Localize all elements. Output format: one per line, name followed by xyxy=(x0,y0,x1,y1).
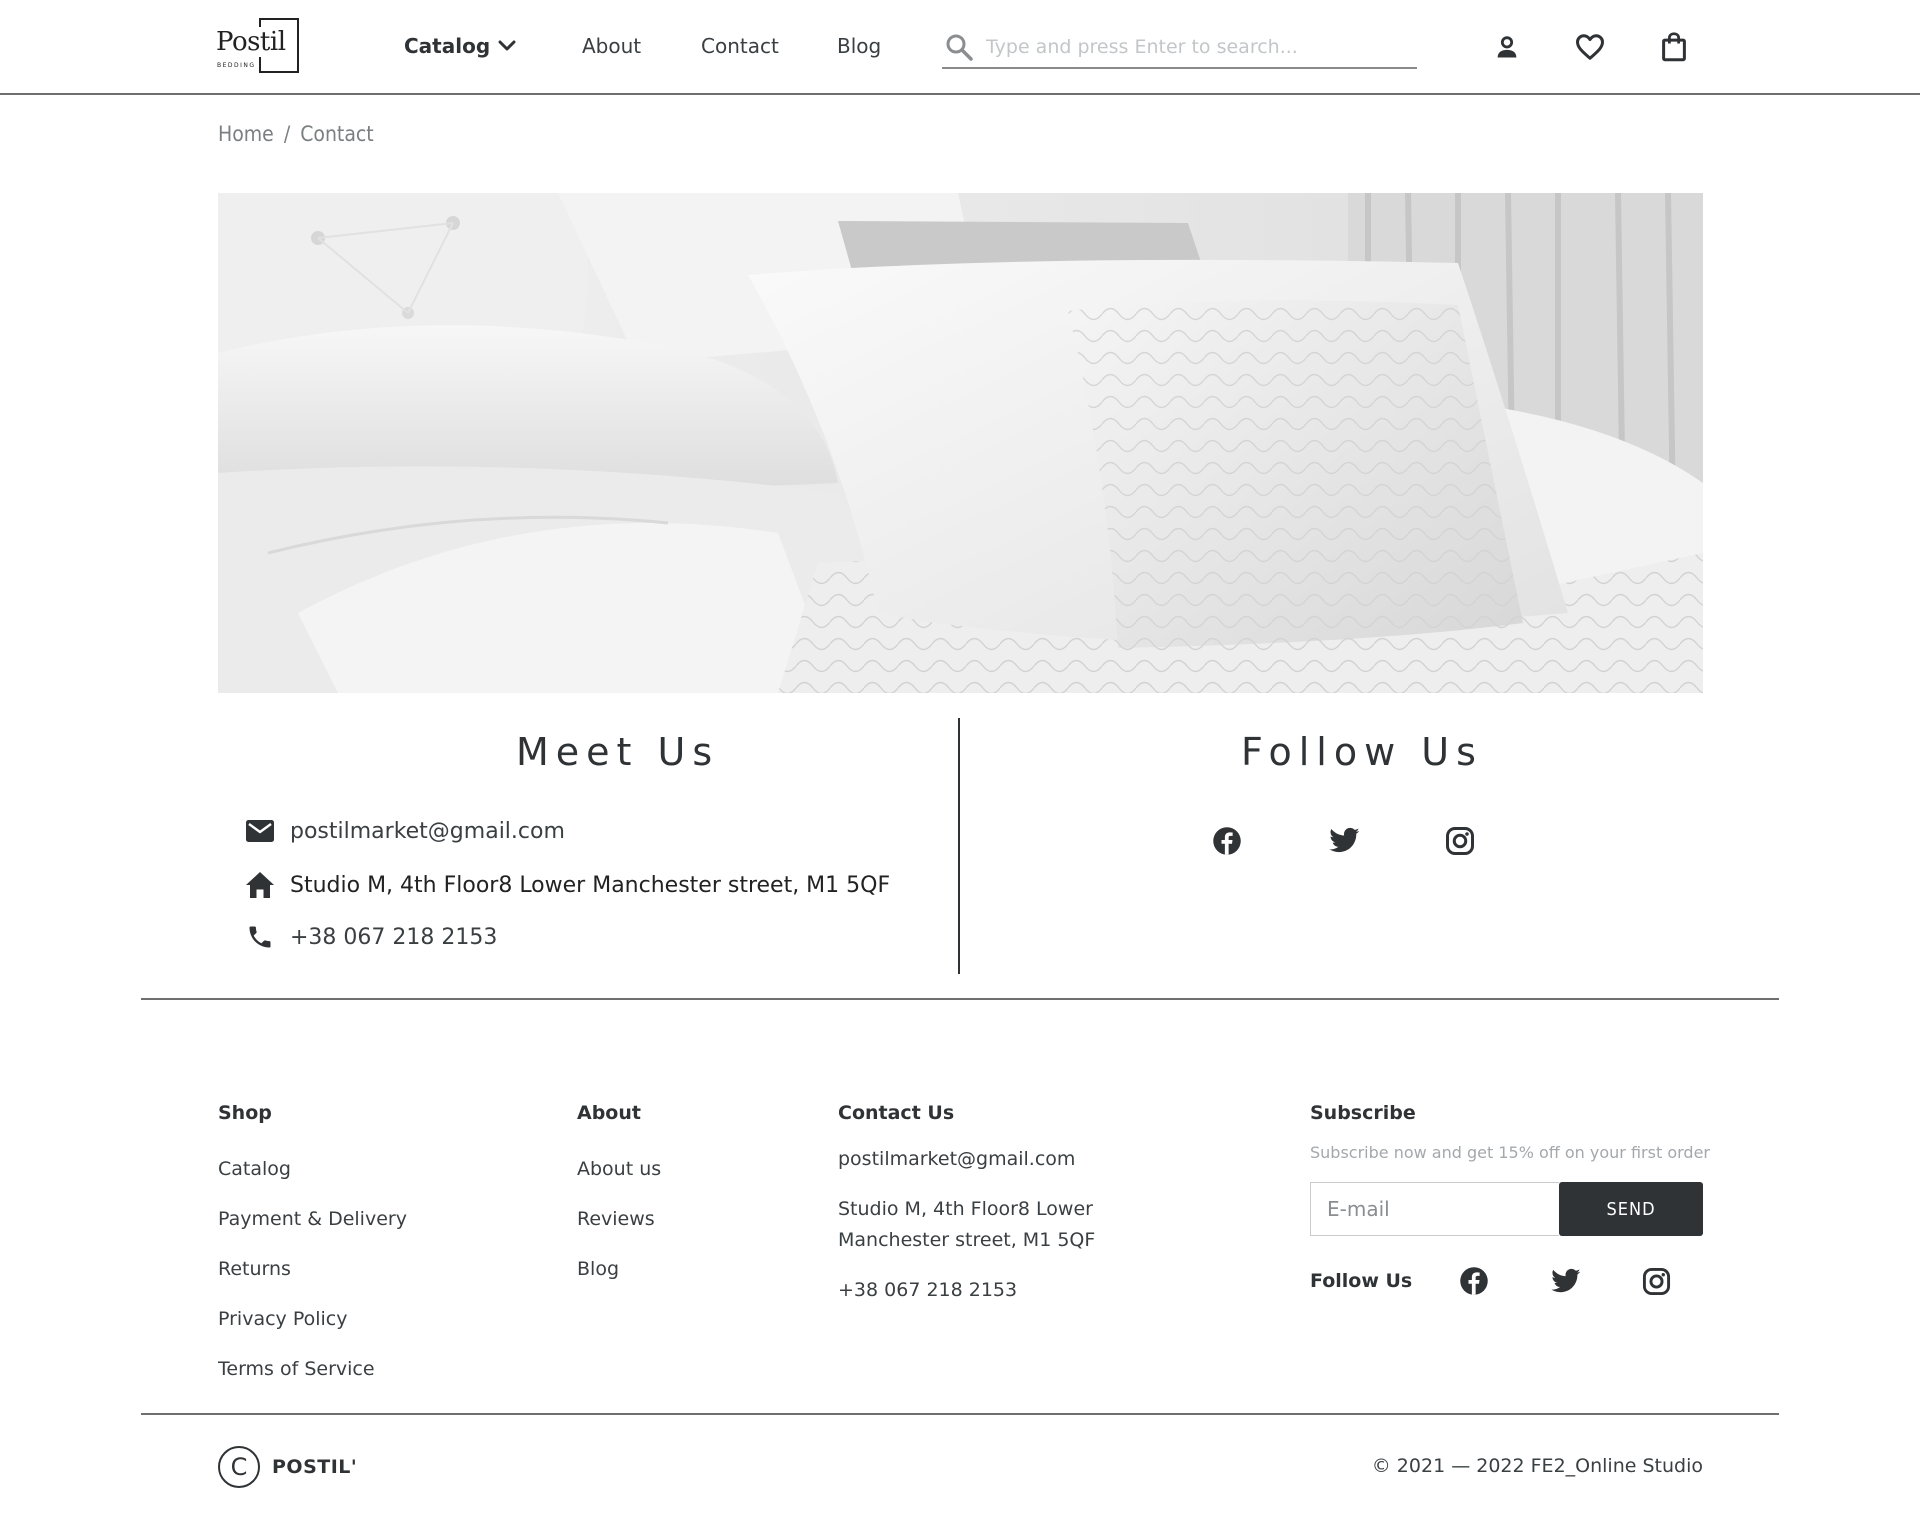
chevron-down-icon xyxy=(498,40,516,51)
meet-address-row: Studio M, 4th Floor8 Lower Manchester st… xyxy=(244,869,890,901)
logo-subtitle: BEDDING xyxy=(217,62,257,69)
footer-contact-heading: Contact Us xyxy=(838,1102,955,1124)
search-input[interactable] xyxy=(986,32,1406,62)
hero-bedding-image xyxy=(218,193,1703,693)
subscribe-email-input[interactable] xyxy=(1310,1182,1559,1236)
footer-follow-us-label: Follow Us xyxy=(1310,1270,1413,1292)
search-bar xyxy=(942,28,1417,69)
meet-phone-text: +38 067 218 2153 xyxy=(290,924,498,950)
footer-about-heading: About xyxy=(577,1102,641,1124)
footer-link-terms[interactable]: Terms of Service xyxy=(218,1358,375,1380)
subscribe-note: Subscribe now and get 15% off on your fi… xyxy=(1310,1143,1710,1162)
nav-blog[interactable]: Blog xyxy=(837,34,881,58)
twitter-icon[interactable] xyxy=(1327,824,1361,858)
breadcrumb-current: Contact xyxy=(300,122,374,146)
vertical-divider xyxy=(958,718,960,974)
footer-shop-heading: Shop xyxy=(218,1102,272,1124)
breadcrumb: Home / Contact xyxy=(218,122,374,146)
meet-phone-row[interactable]: +38 067 218 2153 xyxy=(244,921,497,953)
home-icon xyxy=(244,869,276,901)
facebook-icon[interactable] xyxy=(1458,1265,1490,1297)
footer-subscribe-heading: Subscribe xyxy=(1310,1102,1416,1124)
breadcrumb-separator: / xyxy=(283,122,291,146)
meet-address-text: Studio M, 4th Floor8 Lower Manchester st… xyxy=(290,872,891,898)
section-divider xyxy=(141,998,1779,1000)
search-icon[interactable] xyxy=(944,32,974,62)
footer-brand-name: POSTIL' xyxy=(272,1456,358,1478)
twitter-icon[interactable] xyxy=(1549,1265,1581,1297)
site-header: Postil BEDDING Catalog About Contact Blo… xyxy=(0,0,1920,95)
footer-contact-phone[interactable]: +38 067 218 2153 xyxy=(838,1275,1017,1306)
shopping-bag-icon[interactable] xyxy=(1657,30,1691,64)
instagram-icon[interactable] xyxy=(1640,1265,1672,1297)
footer-contact-address-line2: Manchester street, M1 5QF xyxy=(838,1229,1096,1251)
wishlist-heart-icon[interactable] xyxy=(1573,30,1607,64)
nav-contact[interactable]: Contact xyxy=(701,34,779,58)
phone-icon xyxy=(244,921,276,953)
meet-email-text: postilmarket@gmail.com xyxy=(290,818,565,844)
nav-catalog[interactable]: Catalog xyxy=(404,34,516,58)
footer-contact-address-line1: Studio M, 4th Floor8 Lower xyxy=(838,1198,1093,1220)
logo-word: Postil xyxy=(216,27,287,57)
meet-us-title: Meet Us xyxy=(516,730,720,774)
footer-link-reviews[interactable]: Reviews xyxy=(577,1208,655,1230)
subscribe-form: SEND xyxy=(1310,1182,1703,1236)
footer-link-blog[interactable]: Blog xyxy=(577,1258,619,1280)
footer-link-privacy-policy[interactable]: Privacy Policy xyxy=(218,1308,347,1330)
copyright-text: © 2021 — 2022 FE2_Online Studio xyxy=(1371,1455,1703,1477)
mail-icon xyxy=(244,815,276,847)
footer-contact-email[interactable]: postilmarket@gmail.com xyxy=(838,1144,1075,1175)
instagram-icon[interactable] xyxy=(1443,824,1477,858)
footer-link-payment-delivery[interactable]: Payment & Delivery xyxy=(218,1208,407,1230)
nav-about[interactable]: About xyxy=(582,34,641,58)
facebook-icon[interactable] xyxy=(1210,824,1244,858)
breadcrumb-home[interactable]: Home xyxy=(218,122,274,146)
subscribe-send-button[interactable]: SEND xyxy=(1559,1182,1703,1236)
footer-link-about-us[interactable]: About us xyxy=(577,1158,661,1180)
footer-brand[interactable]: C POSTIL' xyxy=(218,1446,357,1488)
meet-email-row[interactable]: postilmarket@gmail.com xyxy=(244,815,565,847)
account-icon[interactable] xyxy=(1490,30,1524,64)
footer-divider xyxy=(141,1413,1779,1415)
logo[interactable]: Postil BEDDING xyxy=(216,18,300,74)
footer-link-catalog[interactable]: Catalog xyxy=(218,1158,291,1180)
copyright-circle-icon: C xyxy=(218,1446,260,1488)
nav-catalog-label: Catalog xyxy=(404,34,491,58)
footer-link-returns[interactable]: Returns xyxy=(218,1258,291,1280)
follow-us-title: Follow Us xyxy=(1241,730,1483,774)
